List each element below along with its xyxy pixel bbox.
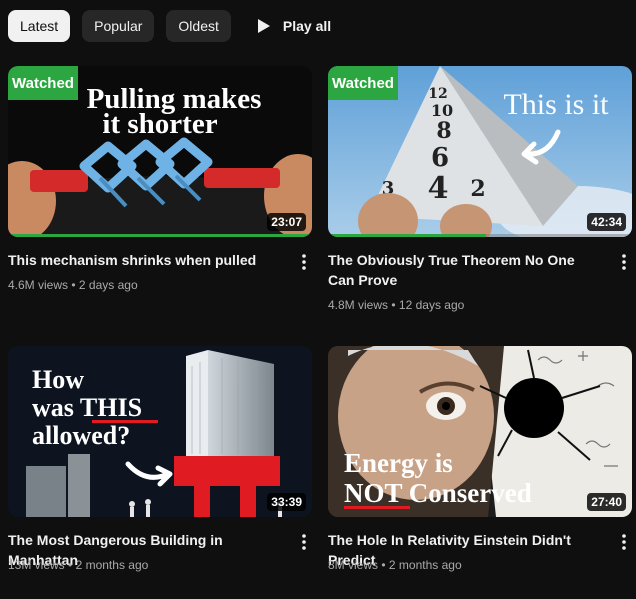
video-duration: 23:07 (267, 213, 306, 231)
video-card[interactable]: How was THIS allowed? 33:39 The Most Dan… (8, 346, 312, 572)
video-duration: 33:39 (267, 493, 306, 511)
video-card[interactable]: Energy is NOT Conserved 27:40 The Hole I… (328, 346, 632, 572)
more-vert-icon (622, 254, 626, 270)
meta-separator: • (71, 278, 76, 292)
video-meta: 4.8M views • 12 days ago (328, 296, 464, 314)
more-options-button[interactable] (294, 532, 314, 552)
video-meta: 13M views • 2 months ago (8, 556, 148, 574)
more-options-button[interactable] (614, 252, 634, 272)
svg-text:12: 12 (428, 86, 447, 102)
meta-separator: • (68, 558, 73, 572)
thumbnail-text-line: How (32, 365, 84, 394)
video-card[interactable]: Pulling makes it shorter Watched 23:07 T… (8, 66, 312, 292)
meta-separator: • (381, 558, 386, 572)
watch-progress-bar (8, 234, 312, 237)
thumbnail-text-line: was THIS (32, 393, 142, 422)
watched-badge: Watched (328, 66, 398, 100)
video-thumbnail[interactable]: Energy is NOT Conserved 27:40 (328, 346, 632, 517)
sort-filter-bar: Latest Popular Oldest Play all (8, 10, 339, 42)
video-thumbnail[interactable]: How was THIS allowed? 33:39 (8, 346, 312, 517)
video-title[interactable]: This mechanism shrinks when pulled (8, 250, 284, 270)
thumbnail-text-line: Energy is (344, 448, 453, 478)
video-duration: 27:40 (587, 493, 626, 511)
upload-age: 12 days ago (398, 298, 465, 312)
svg-text:8: 8 (436, 118, 451, 144)
view-count: 4.8M views (328, 298, 389, 312)
play-all-label: Play all (282, 18, 332, 34)
view-count: 8M views (328, 558, 379, 572)
watched-badge: Watched (8, 66, 78, 100)
video-duration: 42:34 (587, 213, 626, 231)
svg-text:6: 6 (431, 143, 449, 173)
upload-age: 2 months ago (75, 558, 149, 572)
watch-progress-bar (328, 234, 487, 237)
svg-text:2: 2 (470, 176, 485, 202)
video-card[interactable]: 12 10 8 6 4 2 3 This is it Watched 42:34… (328, 66, 632, 312)
thumbnail-image: How was THIS allowed? (8, 346, 312, 517)
meta-separator: • (391, 298, 396, 312)
more-vert-icon (622, 534, 626, 550)
video-thumbnail[interactable]: Pulling makes it shorter Watched 23:07 (8, 66, 312, 237)
more-options-button[interactable] (614, 532, 634, 552)
more-vert-icon (302, 534, 306, 550)
video-title[interactable]: The Obviously True Theorem No One Can Pr… (328, 250, 604, 290)
upload-age: 2 days ago (78, 278, 138, 292)
filter-chip-oldest[interactable]: Oldest (166, 10, 231, 42)
thumbnail-text-line: allowed? (32, 421, 130, 450)
video-meta: 4.6M views • 2 days ago (8, 276, 138, 294)
thumbnail-image: Energy is NOT Conserved (328, 346, 632, 517)
more-vert-icon (302, 254, 306, 270)
video-thumbnail[interactable]: 12 10 8 6 4 2 3 This is it Watched 42:34 (328, 66, 632, 237)
thumbnail-text-line: This is it (503, 88, 609, 121)
filter-chip-popular[interactable]: Popular (82, 10, 155, 42)
upload-age: 2 months ago (388, 558, 462, 572)
more-options-button[interactable] (294, 252, 314, 272)
svg-text:4: 4 (428, 171, 449, 206)
play-icon (257, 19, 270, 33)
view-count: 4.6M views (8, 278, 69, 292)
filter-chip-latest[interactable]: Latest (8, 10, 71, 42)
thumbnail-text-line: NOT Conserved (344, 478, 532, 508)
thumbnail-text-line: it shorter (102, 108, 217, 140)
play-all-button[interactable]: Play all (243, 10, 339, 42)
view-count: 13M views (8, 558, 65, 572)
video-meta: 8M views • 2 months ago (328, 556, 462, 574)
